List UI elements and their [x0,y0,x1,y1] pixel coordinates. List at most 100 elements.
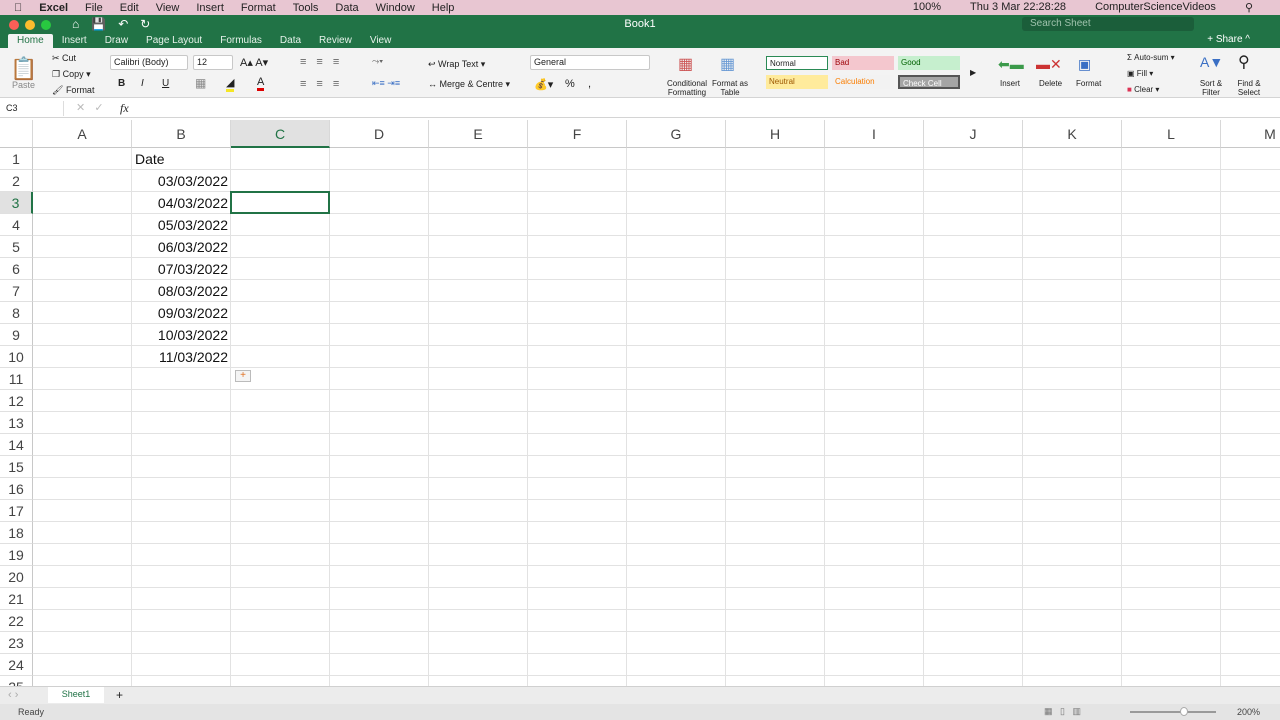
column-header-J[interactable]: J [924,120,1023,148]
row-header-4[interactable]: 4 [0,214,33,236]
fill-button[interactable]: ▣ Fill ▾ [1127,69,1153,78]
spreadsheet-grid[interactable]: A B C D E F G H I J K L M 1 2 3 4 5 6 7 8 9 10 11 12 13 14 15 16 17 18… [0,120,1280,686]
clock[interactable]: Thu 3 Mar 22:28:28 [970,1,1066,14]
row-header-13[interactable]: 13 [0,412,33,434]
row-header-17[interactable]: 17 [0,500,33,522]
row-header-12[interactable]: 12 [0,390,33,412]
menu-window[interactable]: Window [376,2,415,14]
copy-button[interactable]: ❐ Copy ▾ [52,69,91,80]
battery-status[interactable]: 100% [913,1,941,14]
row-header-20[interactable]: 20 [0,566,33,588]
insert-cells-button[interactable]: Insert [1000,79,1020,88]
column-header-K[interactable]: K [1023,120,1122,148]
orientation-icon[interactable]: ⤳▾ [372,56,383,67]
add-sheet-button[interactable]: + [116,688,123,702]
tab-data[interactable]: Data [271,34,310,48]
paste-button[interactable]: Paste [12,80,35,90]
row-header-1[interactable]: 1 [0,148,33,170]
styles-more-arrow[interactable]: ▶ [970,68,976,77]
row-header-6[interactable]: 6 [0,258,33,280]
menu-format[interactable]: Format [241,2,276,14]
row-header-16[interactable]: 16 [0,478,33,500]
font-color-icon[interactable]: A [257,76,265,91]
select-all-corner[interactable] [0,120,33,148]
cell-B5[interactable]: 06/03/2022 [135,236,228,258]
font-family-select[interactable]: Calibri (Body) [110,55,188,70]
share-button[interactable]: + Share ^ [1207,34,1250,45]
cell-style-bad[interactable]: Bad [832,56,894,70]
row-header-14[interactable]: 14 [0,434,33,456]
search-sheet-input[interactable]: Search Sheet [1022,17,1194,31]
cell-style-normal[interactable]: Normal [766,56,828,70]
font-size-select[interactable]: 12 [193,55,233,70]
indent-buttons[interactable]: ⇤≡ ⇥≡ [372,78,400,89]
row-header-23[interactable]: 23 [0,632,33,654]
tab-draw[interactable]: Draw [96,34,137,48]
row-header-2[interactable]: 2 [0,170,33,192]
row-header-22[interactable]: 22 [0,610,33,632]
menu-tools[interactable]: Tools [293,2,319,14]
row-header-21[interactable]: 21 [0,588,33,610]
name-box[interactable]: C3 [2,101,64,116]
cell-B7[interactable]: 08/03/2022 [135,280,228,302]
user-menu[interactable]: ComputerScienceVideos [1095,1,1216,14]
cell-B4[interactable]: 05/03/2022 [135,214,228,236]
cell-style-good[interactable]: Good [898,56,960,70]
row-header-24[interactable]: 24 [0,654,33,676]
sheet-tab[interactable]: Sheet1 [48,687,104,703]
currency-icon[interactable]: 💰▾ [534,78,553,91]
tab-home[interactable]: Home [8,34,53,48]
cancel-confirm-icons[interactable]: ✕ ✓ [76,101,104,114]
row-header-19[interactable]: 19 [0,544,33,566]
delete-cells-button[interactable]: Delete [1039,79,1062,88]
italic-button[interactable]: I [141,78,144,89]
percent-button[interactable]: % [565,78,575,90]
row-header-8[interactable]: 8 [0,302,33,324]
sort-filter-button[interactable]: Sort & Filter [1196,79,1226,97]
row-header-18[interactable]: 18 [0,522,33,544]
merge-centre-button[interactable]: ↔ Merge & Centre ▾ [428,79,510,90]
increase-font-button[interactable]: A▴ A▾ [240,56,268,69]
menu-view[interactable]: View [156,2,180,14]
sheet-nav-arrows[interactable]: ‹ › [8,689,18,701]
row-header-11[interactable]: 11 [0,368,33,390]
borders-icon[interactable]: ▦ [195,76,206,90]
column-header-C[interactable]: C [231,120,330,148]
column-header-A[interactable]: A [33,120,132,148]
row-header-9[interactable]: 9 [0,324,33,346]
column-header-M[interactable]: M [1221,120,1280,148]
column-header-F[interactable]: F [528,120,627,148]
formula-input[interactable] [140,101,1260,116]
fill-color-icon[interactable]: ◢ [226,76,235,92]
column-header-B[interactable]: B [132,120,231,148]
menu-data[interactable]: Data [335,2,358,14]
format-cells-button[interactable]: Format [1076,79,1101,88]
zoom-slider[interactable] [1130,707,1216,716]
cell-B8[interactable]: 09/03/2022 [135,302,228,324]
cell-B3[interactable]: 04/03/2022 [135,192,228,214]
row-header-3[interactable]: 3 [0,192,33,214]
comma-button[interactable]: , [588,78,591,90]
row-header-25[interactable]: 25 [0,676,33,686]
cell-B9[interactable]: 10/03/2022 [135,324,228,346]
view-buttons[interactable]: ▦ ▯ ▥ [1044,706,1081,717]
column-header-L[interactable]: L [1122,120,1221,148]
conditional-formatting-button[interactable]: Conditional Formatting [665,79,709,97]
format-painter-button[interactable]: 🖌 Format [52,85,94,96]
menu-edit[interactable]: Edit [120,2,139,14]
column-header-E[interactable]: E [429,120,528,148]
underline-button[interactable]: U [162,78,169,89]
cell-B1[interactable]: Date [135,148,228,170]
zoom-level[interactable]: 200% [1237,707,1260,717]
tab-formulas[interactable]: Formulas [211,34,271,48]
selected-cell-C3[interactable] [230,191,330,214]
row-header-15[interactable]: 15 [0,456,33,478]
cell-style-calculation[interactable]: Calculation [832,75,894,89]
column-header-H[interactable]: H [726,120,825,148]
autofill-options-icon[interactable]: + [235,370,251,382]
column-header-D[interactable]: D [330,120,429,148]
cell-style-check-cell[interactable]: Check Cell [898,75,960,89]
menu-help[interactable]: Help [432,2,455,14]
find-select-button[interactable]: Find & Select [1234,79,1264,97]
clear-button[interactable]: ■ Clear ▾ [1127,85,1159,94]
